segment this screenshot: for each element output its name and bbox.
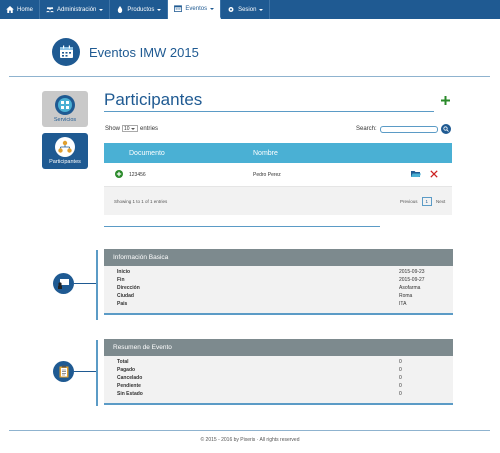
chevron-down-icon	[130, 127, 135, 130]
nav-administracion-label: Administración	[57, 6, 97, 13]
table-header: Documento Nombre	[104, 143, 452, 163]
participants-title-underline	[104, 111, 434, 112]
org-chart-icon	[55, 137, 75, 157]
add-circle-icon[interactable]	[115, 170, 123, 178]
field-pendiente: Pendiente 0	[117, 383, 402, 389]
pagination-current-page[interactable]: 1	[421, 197, 433, 206]
chevron-down-icon	[210, 7, 215, 10]
resumen-panel-accent-line	[96, 340, 98, 406]
nav-eventos-label: Eventos	[185, 5, 208, 12]
nav-sesion-label: Sesion	[238, 6, 257, 13]
globe-grid-icon	[55, 95, 75, 115]
field-fin: Fin 2015-09-27	[117, 277, 425, 283]
field-total: Total 0	[117, 359, 402, 365]
folder-open-icon[interactable]	[411, 170, 421, 178]
chevron-down-icon	[157, 8, 162, 11]
nav-home-label: Home	[17, 6, 34, 13]
pagination-previous[interactable]: Previous	[400, 199, 418, 204]
column-header-documento[interactable]: Documento	[129, 150, 165, 157]
nav-home[interactable]: Home	[0, 0, 41, 19]
field-sin-estado: Sin Estado 0	[117, 391, 402, 397]
pagination-next[interactable]: Next	[436, 199, 445, 204]
cell-documento: 123456	[129, 171, 146, 178]
clipboard-icon	[53, 361, 74, 382]
search-label: Search:	[356, 126, 377, 132]
nav-productos[interactable]: Productos	[110, 0, 169, 19]
show-label: Show	[105, 125, 121, 132]
home-icon	[6, 6, 14, 13]
plus-icon[interactable]	[441, 96, 450, 105]
resumen-panel-connector	[74, 371, 96, 372]
users-icon	[46, 7, 55, 13]
info-panel-accent-line	[96, 250, 98, 320]
info-basica-panel: Información Basica Inicio 2015-09-23 Fin 2…	[104, 249, 453, 315]
participants-table: Documento Nombre 123456 Pedro Perez Show…	[104, 143, 452, 215]
sidebar-item-participantes[interactable]: Participantes	[42, 133, 88, 169]
entries-select[interactable]: 10	[122, 125, 139, 132]
nav-productos-label: Productos	[127, 6, 155, 13]
header-divider	[9, 76, 490, 77]
table-row: 123456 Pedro Perez	[104, 163, 452, 187]
showing-info: Showing 1 to 1 of 1 entries	[114, 199, 168, 204]
search-input[interactable]	[379, 125, 438, 133]
event-header: Eventos IMW 2015	[52, 38, 199, 66]
entries-label: entries	[140, 125, 159, 132]
search-button[interactable]	[440, 124, 451, 134]
page-title: Eventos IMW 2015	[89, 44, 199, 60]
field-pagado: Pagado 0	[117, 367, 402, 373]
table-bottom-divider	[104, 226, 380, 227]
field-inicio: Inicio 2015-09-23	[117, 269, 425, 275]
footer-divider	[9, 430, 490, 431]
chevron-down-icon	[99, 8, 104, 11]
calendar-icon	[52, 38, 80, 66]
drop-icon	[118, 6, 123, 13]
top-navbar: Home Administración Productos Eventos Se…	[0, 0, 500, 19]
entries-length-control: Show 10 entries	[105, 125, 158, 132]
resumen-title: Resumen de Evento	[104, 339, 453, 356]
entries-select-value: 10	[124, 125, 130, 132]
search-control: Search:	[356, 124, 451, 134]
info-basica-title: Información Basica	[104, 249, 453, 266]
table-footer: Showing 1 to 1 of 1 entries Previous 1 N…	[104, 187, 452, 215]
sidebar-item-servicios[interactable]: Servicios	[42, 91, 88, 127]
pagination: Previous 1 Next	[400, 197, 445, 206]
column-header-nombre[interactable]: Nombre	[253, 150, 278, 157]
resumen-panel: Resumen de Evento Total 0 Pagado 0 Cancela…	[104, 339, 453, 405]
gear-icon	[228, 7, 234, 12]
sidebar-item-label: Participantes	[49, 159, 81, 165]
search-icon	[443, 126, 449, 132]
presenter-icon	[53, 273, 74, 294]
info-basica-fields: Inicio 2015-09-23 Fin 2015-09-27 Dirección…	[104, 266, 453, 309]
calendar-icon	[174, 5, 183, 12]
field-direccion: Dirección Asofarma	[117, 285, 421, 291]
field-cancelado: Cancelado 0	[117, 375, 402, 381]
sidebar-item-label: Servicios	[53, 117, 77, 123]
footer-copyright: © 2015 - 2016 by Pixeris · All rights re…	[200, 437, 300, 443]
nav-sesion[interactable]: Sesion	[221, 0, 271, 19]
chevron-down-icon	[259, 8, 264, 11]
field-pais: Pais ITA	[117, 301, 407, 307]
field-ciudad: Ciudad Roma	[117, 293, 413, 299]
nav-administracion[interactable]: Administración	[40, 0, 111, 19]
participants-title: Participantes	[104, 90, 203, 109]
delete-icon[interactable]	[430, 170, 438, 178]
nav-eventos[interactable]: Eventos	[168, 0, 222, 19]
cell-nombre: Pedro Perez	[253, 171, 281, 178]
resumen-fields: Total 0 Pagado 0 Cancelado 0 Pendiente 0 Sin…	[104, 356, 453, 399]
info-panel-connector	[74, 283, 96, 284]
